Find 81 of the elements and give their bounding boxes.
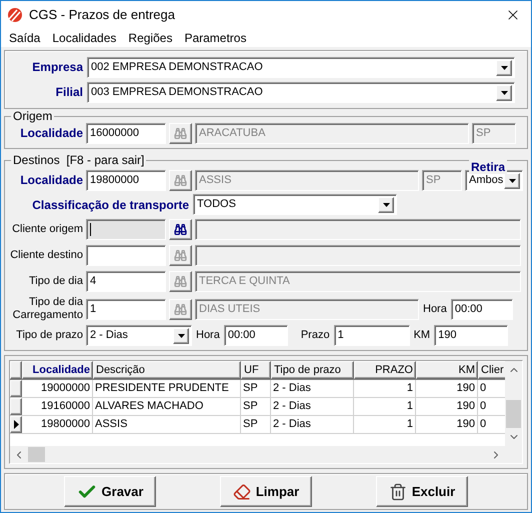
table-cell: 2 - Dias: [271, 398, 354, 415]
name-field[interactable]: [195, 245, 521, 266]
scroll-thumb[interactable]: [28, 447, 45, 462]
field-label: Hora: [422, 302, 448, 317]
menu-item[interactable]: Saída: [3, 28, 46, 46]
action-button[interactable]: Gravar: [64, 476, 156, 507]
field-label: Prazo: [300, 328, 331, 344]
field-label: Cliente origem: [11, 223, 83, 236]
code-field[interactable]: 16000000: [86, 123, 166, 144]
trash-icon: [388, 482, 407, 500]
column-header[interactable]: KM: [416, 361, 478, 379]
binoculars-icon: [174, 127, 187, 140]
field-label: Localidade: [19, 174, 83, 187]
app-logo-icon: [7, 8, 23, 22]
binoculars-icon: [174, 302, 187, 316]
column-header[interactable]: UF: [241, 361, 271, 379]
code-field[interactable]: 1: [86, 298, 166, 320]
time-field[interactable]: 00:00: [450, 298, 513, 320]
field-label: Cliente destino: [9, 249, 83, 262]
table-cell: 1: [354, 398, 416, 415]
field-label: Tipo de dia Carregamento: [12, 296, 83, 322]
table-cell: 19160000: [22, 398, 93, 415]
field-label: KM: [412, 328, 432, 344]
field-label: Localidade: [19, 127, 83, 140]
table-cell: ASSIS: [93, 416, 241, 433]
menu-item[interactable]: Localidades: [46, 28, 122, 46]
table-cell: SP: [241, 380, 271, 397]
field-label: Tipo de prazo: [15, 329, 83, 342]
name-field[interactable]: [195, 219, 521, 240]
table-cell: 1: [354, 380, 416, 397]
company-dropdown[interactable]: 003 EMPRESA DEMONSTRACAO: [87, 82, 515, 103]
column-header[interactable]: Clier: [478, 361, 505, 379]
binoculars-icon: [174, 275, 187, 288]
menu-item[interactable]: Parametros: [178, 28, 252, 46]
table-cell: ALVARES MACHADO: [93, 398, 241, 415]
table-cell: 190: [416, 398, 478, 415]
distance-field[interactable]: 190: [434, 325, 508, 346]
code-field[interactable]: 4: [86, 271, 166, 292]
table-cell: 190: [416, 380, 478, 397]
field-label: Retira: [468, 160, 507, 174]
search-button[interactable]: [169, 219, 192, 240]
company-dropdown[interactable]: 002 EMPRESA DEMONSTRACAO: [87, 57, 515, 78]
column-header[interactable]: Descrição: [93, 361, 241, 379]
table-cell: 19800000: [22, 416, 93, 433]
binoculars-icon: [174, 249, 187, 262]
binoculars-icon: [174, 223, 187, 236]
group-title: Destinos [F8 - para sair]: [12, 152, 146, 169]
column-header[interactable]: Tipo de prazo: [271, 361, 354, 379]
table-cell: SP: [241, 416, 271, 433]
group-title: Origem: [12, 108, 54, 125]
time-field[interactable]: 00:00: [224, 325, 288, 346]
transport-dropdown[interactable]: TODOS: [193, 194, 397, 215]
binoculars-icon: [174, 174, 187, 187]
field-label: Empresa: [31, 61, 83, 74]
table-cell: 1: [354, 416, 416, 433]
field-label: Tipo de dia: [28, 275, 83, 288]
table-cell: PRESIDENTE PRUDENTE: [93, 380, 241, 397]
action-button[interactable]: Excluir: [376, 476, 468, 507]
field-label: Hora: [195, 328, 221, 344]
column-header[interactable]: Localidade: [22, 361, 93, 379]
field-label: Filial: [54, 86, 83, 99]
row-indicator[interactable]: [10, 416, 22, 433]
pickup-dropdown[interactable]: Ambos: [465, 170, 523, 191]
menu-item[interactable]: Regiões: [122, 28, 178, 46]
field-label: Classificação de transporte: [31, 196, 189, 214]
table-cell: SP: [241, 398, 271, 415]
scroll-thumb[interactable]: [506, 400, 521, 428]
eraser-icon: [232, 482, 251, 500]
code-field[interactable]: [86, 245, 166, 266]
table-cell: 19000000: [22, 380, 93, 397]
term-type-dropdown[interactable]: 2 - Dias: [86, 325, 192, 346]
action-button[interactable]: Limpar: [220, 476, 312, 507]
window-title: CGS - Prazos de entrega: [29, 6, 176, 24]
table-cell: 190: [416, 416, 478, 433]
current-row-icon: [14, 420, 18, 429]
code-field[interactable]: [86, 219, 166, 240]
table-cell: 2 - Dias: [271, 416, 354, 433]
column-header[interactable]: PRAZO: [354, 361, 416, 379]
table-cell: 2 - Dias: [271, 380, 354, 397]
code-field[interactable]: 19800000: [86, 170, 166, 191]
term-field[interactable]: 1: [334, 325, 410, 346]
